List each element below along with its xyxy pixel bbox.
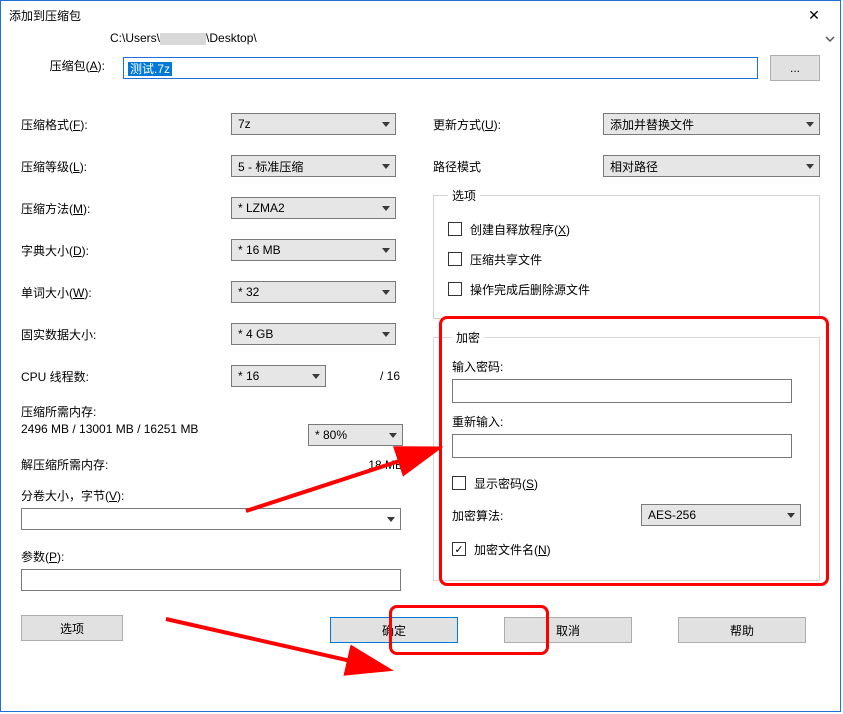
comp-mem-pct-select[interactable]: * 80% xyxy=(308,424,403,446)
password2-input[interactable] xyxy=(452,434,792,458)
archive-path-display: C:\Users\ \Desktop\ xyxy=(110,31,257,45)
enc-method-select[interactable]: AES-256 xyxy=(641,504,801,526)
options-legend: 选项 xyxy=(448,187,480,204)
path-suffix: \Desktop\ xyxy=(206,31,257,45)
encryption-fieldset: 加密 输入密码: 重新输入: 显示密码(S) 加密算法: AES-256 xyxy=(433,329,820,581)
dialog-window: 添加到压缩包 ✕ C:\Users\ \Desktop\ 压缩包(A): 测试.7… xyxy=(0,0,841,712)
volume-input[interactable] xyxy=(21,508,401,530)
word-label: 单词大小(W): xyxy=(21,284,231,301)
encryption-legend: 加密 xyxy=(452,329,484,346)
level-label: 压缩等级(L): xyxy=(21,158,231,175)
content-area: C:\Users\ \Desktop\ 压缩包(A): 测试.7z ... xyxy=(1,29,840,661)
threads-label: CPU 线程数: xyxy=(21,368,231,385)
dict-label: 字典大小(D): xyxy=(21,242,231,259)
params-label: 参数(P): xyxy=(21,548,403,565)
shared-label: 压缩共享文件 xyxy=(470,251,542,268)
update-label: 更新方式(U): xyxy=(433,116,603,133)
archive-filename-input[interactable]: 测试.7z xyxy=(123,57,758,79)
solid-select[interactable]: * 4 GB xyxy=(231,323,396,345)
path-redacted xyxy=(160,33,206,45)
path-mode-select[interactable]: 相对路径 xyxy=(603,155,820,177)
path-mode-label: 路径模式 xyxy=(433,158,603,175)
method-label: 压缩方法(M): xyxy=(21,200,231,217)
params-input[interactable] xyxy=(21,569,401,591)
comp-mem-value: 2496 MB / 13001 MB / 16251 MB xyxy=(21,422,198,436)
right-column: 更新方式(U): 添加并替换文件 路径模式 相对路径 选项 创建自释放程序(X) xyxy=(433,103,820,641)
update-select[interactable]: 添加并替换文件 xyxy=(603,113,820,135)
help-button[interactable]: 帮助 xyxy=(678,617,806,643)
options-fieldset: 选项 创建自释放程序(X) 压缩共享文件 操作完成后删除源文件 xyxy=(433,187,820,319)
decomp-mem-label: 解压缩所需内存: xyxy=(21,456,108,473)
password-label: 输入密码: xyxy=(452,358,801,375)
ok-button[interactable]: 确定 xyxy=(330,617,458,643)
left-column: 压缩格式(F): 7z 压缩等级(L): 5 - 标准压缩 压缩方法(M): *… xyxy=(21,103,403,641)
method-select[interactable]: * LZMA2 xyxy=(231,197,396,219)
word-select[interactable]: * 32 xyxy=(231,281,396,303)
path-prefix: C:\Users\ xyxy=(110,31,160,45)
password-input[interactable] xyxy=(452,379,792,403)
shared-checkbox[interactable] xyxy=(448,252,462,266)
delete-checkbox[interactable] xyxy=(448,282,462,296)
threads-total: / 16 xyxy=(380,369,400,383)
sfx-checkbox[interactable] xyxy=(448,222,462,236)
window-title: 添加到压缩包 xyxy=(9,7,794,24)
delete-label: 操作完成后删除源文件 xyxy=(470,281,590,298)
enc-method-label: 加密算法: xyxy=(452,507,503,524)
comp-mem-label: 压缩所需内存: xyxy=(21,403,403,420)
password2-label: 重新输入: xyxy=(452,413,801,430)
dropdown-icon[interactable] xyxy=(824,31,836,50)
dict-select[interactable]: * 16 MB xyxy=(231,239,396,261)
sfx-label: 创建自释放程序(X) xyxy=(470,221,570,238)
solid-label: 固实数据大小: xyxy=(21,326,231,343)
show-password-label: 显示密码(S) xyxy=(474,475,538,492)
archive-label: 压缩包(A): xyxy=(21,39,111,74)
show-password-checkbox[interactable] xyxy=(452,476,466,490)
cancel-button[interactable]: 取消 xyxy=(504,617,632,643)
browse-button[interactable]: ... xyxy=(770,55,820,81)
format-label: 压缩格式(F): xyxy=(21,116,231,133)
button-row: 确定 取消 帮助 xyxy=(1,617,840,643)
volume-label: 分卷大小，字节(V): xyxy=(21,487,403,504)
threads-select[interactable]: * 16 xyxy=(231,365,326,387)
close-button[interactable]: ✕ xyxy=(794,3,834,27)
decomp-mem-value: 18 MB xyxy=(368,458,403,472)
archive-filename-selected: 测试.7z xyxy=(128,62,172,76)
level-select[interactable]: 5 - 标准压缩 xyxy=(231,155,396,177)
titlebar: 添加到压缩包 ✕ xyxy=(1,1,840,29)
encrypt-names-checkbox[interactable] xyxy=(452,542,466,556)
format-select[interactable]: 7z xyxy=(231,113,396,135)
encrypt-names-label: 加密文件名(N) xyxy=(474,541,551,558)
